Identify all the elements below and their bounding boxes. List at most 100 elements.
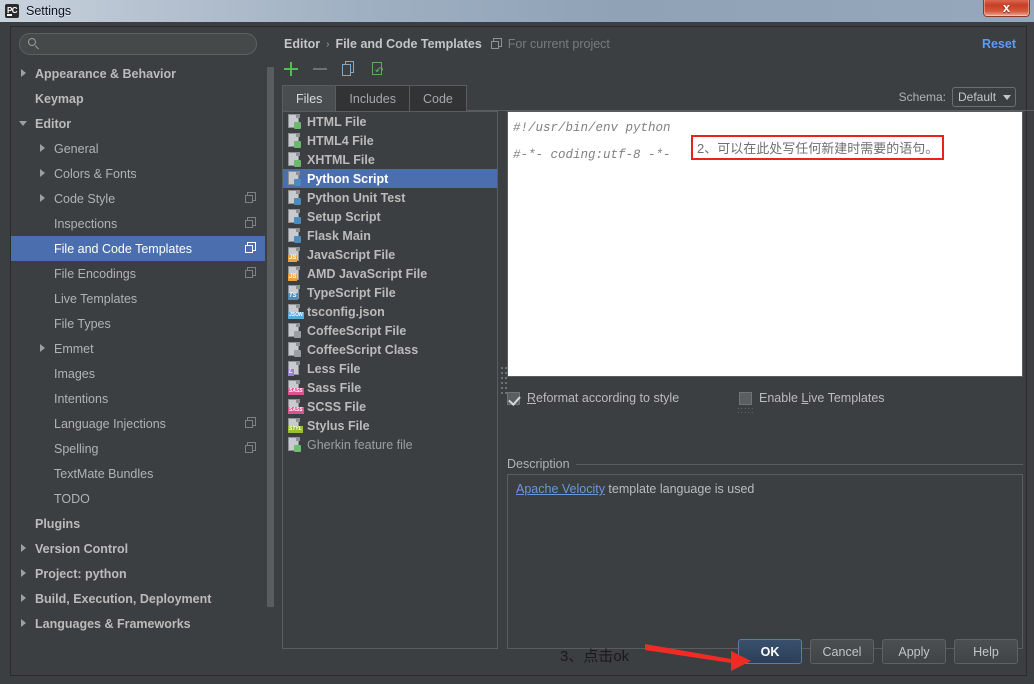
tab-code[interactable]: Code	[408, 85, 467, 111]
sidebar-item-editor[interactable]: Editor	[11, 111, 265, 136]
sidebar-item-plugins[interactable]: Plugins	[11, 511, 265, 536]
javascript-file-icon: JS	[287, 247, 301, 262]
sidebar-item-spelling[interactable]: Spelling	[11, 436, 265, 461]
list-item[interactable]: Setup Script	[283, 207, 497, 226]
cancel-button[interactable]: Cancel	[810, 639, 874, 664]
list-item[interactable]: HTML File	[283, 112, 497, 131]
list-item[interactable]: TS TypeScript File	[283, 283, 497, 302]
list-item[interactable]: HTML4 File	[283, 131, 497, 150]
list-item[interactable]: L Less File	[283, 359, 497, 378]
description-rest: template language is used	[604, 482, 755, 496]
apache-velocity-link[interactable]: Apache Velocity	[516, 482, 605, 496]
settings-sidebar: Appearance & Behavior Keymap Editor General…	[11, 27, 274, 655]
editor-resize-handle[interactable]: :::::	[737, 405, 755, 415]
breadcrumb-root[interactable]: Editor	[284, 37, 320, 51]
close-icon[interactable]: x	[983, 0, 1030, 17]
live-templates-checkbox-box[interactable]	[739, 391, 752, 405]
sidebar-item-version-control[interactable]: Version Control	[11, 536, 265, 561]
sidebar-item-label: Build, Execution, Deployment	[35, 591, 212, 606]
chevron-right-icon[interactable]	[19, 543, 30, 554]
chevron-right-icon[interactable]	[19, 68, 30, 79]
tab-includes[interactable]: Includes	[335, 85, 410, 111]
sidebar-item-intentions[interactable]: Intentions	[11, 386, 265, 411]
sidebar-scrollbar[interactable]	[266, 61, 274, 655]
javascript-file-icon: JS	[287, 266, 301, 281]
sidebar-item-label: TODO	[54, 491, 90, 506]
list-item[interactable]: CoffeeScript Class	[283, 340, 497, 359]
chevron-right-icon[interactable]	[38, 143, 49, 154]
list-item[interactable]: Gherkin feature file	[283, 435, 497, 454]
sidebar-item-language-injections[interactable]: Language Injections	[11, 411, 265, 436]
copy-icon[interactable]	[340, 60, 358, 78]
sidebar-item-build-execution-deployment[interactable]: Build, Execution, Deployment	[11, 586, 265, 611]
scss-file-icon: SASS	[287, 399, 304, 414]
search-box[interactable]	[19, 33, 257, 55]
sidebar-item-appearance-behavior[interactable]: Appearance & Behavior	[11, 61, 265, 86]
project-scope-icon	[245, 217, 257, 229]
sidebar-item-textmate-bundles[interactable]: TextMate Bundles	[11, 461, 265, 486]
python-file-icon	[287, 190, 301, 205]
sidebar-item-todo[interactable]: TODO	[11, 486, 265, 511]
list-item[interactable]: JS AMD JavaScript File	[283, 264, 497, 283]
chevron-right-icon[interactable]	[38, 193, 49, 204]
sidebar-scrollbar-thumb[interactable]	[267, 67, 274, 607]
apply-button[interactable]: Apply	[882, 639, 946, 664]
plus-icon[interactable]	[282, 60, 300, 78]
chevron-right-icon[interactable]	[19, 568, 30, 579]
list-item[interactable]: Python Script	[283, 169, 497, 188]
sidebar-item-live-templates[interactable]: Live Templates	[11, 286, 265, 311]
sidebar-item-colors-fonts[interactable]: Colors & Fonts	[11, 161, 265, 186]
window-title-bar: PC Settings x	[0, 0, 1034, 22]
project-scope-icon	[245, 242, 257, 254]
list-item[interactable]: STYL Stylus File	[283, 416, 497, 435]
template-editor[interactable]: #!/usr/bin/env python #-*- coding:utf-8 …	[507, 111, 1023, 377]
description-box: Apache Velocity template language is use…	[507, 474, 1023, 649]
sidebar-item-label: File and Code Templates	[54, 241, 193, 256]
chevron-right-icon[interactable]	[38, 343, 49, 354]
list-item[interactable]: Python Unit Test	[283, 188, 497, 207]
chevron-right-icon[interactable]	[19, 593, 30, 604]
sidebar-item-file-encodings[interactable]: File Encodings	[11, 261, 265, 286]
tab-files[interactable]: Files	[282, 85, 337, 111]
list-item-label: tsconfig.json	[307, 304, 385, 319]
sidebar-item-inspections[interactable]: Inspections	[11, 211, 265, 236]
list-item[interactable]: JSON tsconfig.json	[283, 302, 497, 321]
chevron-down-icon[interactable]	[19, 118, 30, 129]
list-item-label: CoffeeScript File	[307, 323, 407, 338]
list-item[interactable]: XHTML File	[283, 150, 497, 169]
typescript-file-icon: TS	[287, 285, 301, 300]
list-item[interactable]: SASS SCSS File	[283, 397, 497, 416]
list-item[interactable]: JS JavaScript File	[283, 245, 497, 264]
breadcrumb-separator: ›	[326, 38, 330, 50]
sass-file-icon: SASS	[287, 380, 304, 395]
sidebar-item-file-types[interactable]: File Types	[11, 311, 265, 336]
help-button[interactable]: Help	[954, 639, 1018, 664]
search-input[interactable]	[45, 37, 256, 51]
sidebar-item-emmet[interactable]: Emmet	[11, 336, 265, 361]
template-tabs[interactable]: Files Includes Code	[282, 85, 1034, 111]
description-legend-label: Description	[507, 457, 570, 471]
sidebar-item-general[interactable]: General	[11, 136, 265, 161]
settings-dialog: Appearance & Behavior Keymap Editor General…	[10, 26, 1034, 676]
sidebar-item-images[interactable]: Images	[11, 361, 265, 386]
template-list[interactable]: HTML File HTML4 File XHTML File Python Scri…	[282, 111, 498, 649]
sidebar-item-project-python[interactable]: Project: python	[11, 561, 265, 586]
tab-label: Files	[296, 91, 323, 106]
list-item[interactable]: CoffeeScript File	[283, 321, 497, 340]
reset-template-icon[interactable]: ↶	[369, 60, 387, 78]
reformat-checkbox-box[interactable]	[507, 391, 520, 405]
sidebar-item-keymap[interactable]: Keymap	[11, 86, 265, 111]
sidebar-item-label: Live Templates	[54, 291, 138, 306]
live-templates-checkbox[interactable]: Enable Live Templates	[739, 391, 885, 405]
sidebar-item-file-and-code-templates[interactable]: File and Code Templates	[11, 236, 265, 261]
minus-icon[interactable]	[311, 60, 329, 78]
reset-link[interactable]: Reset	[982, 37, 1016, 51]
settings-tree[interactable]: Appearance & Behavior Keymap Editor General…	[11, 61, 265, 655]
reformat-checkbox[interactable]: RReformat according to styleeformat acco…	[507, 391, 739, 405]
chevron-right-icon[interactable]	[38, 168, 49, 179]
list-item[interactable]: SASS Sass File	[283, 378, 497, 397]
list-item[interactable]: Flask Main	[283, 226, 497, 245]
sidebar-item-code-style[interactable]: Code Style	[11, 186, 265, 211]
